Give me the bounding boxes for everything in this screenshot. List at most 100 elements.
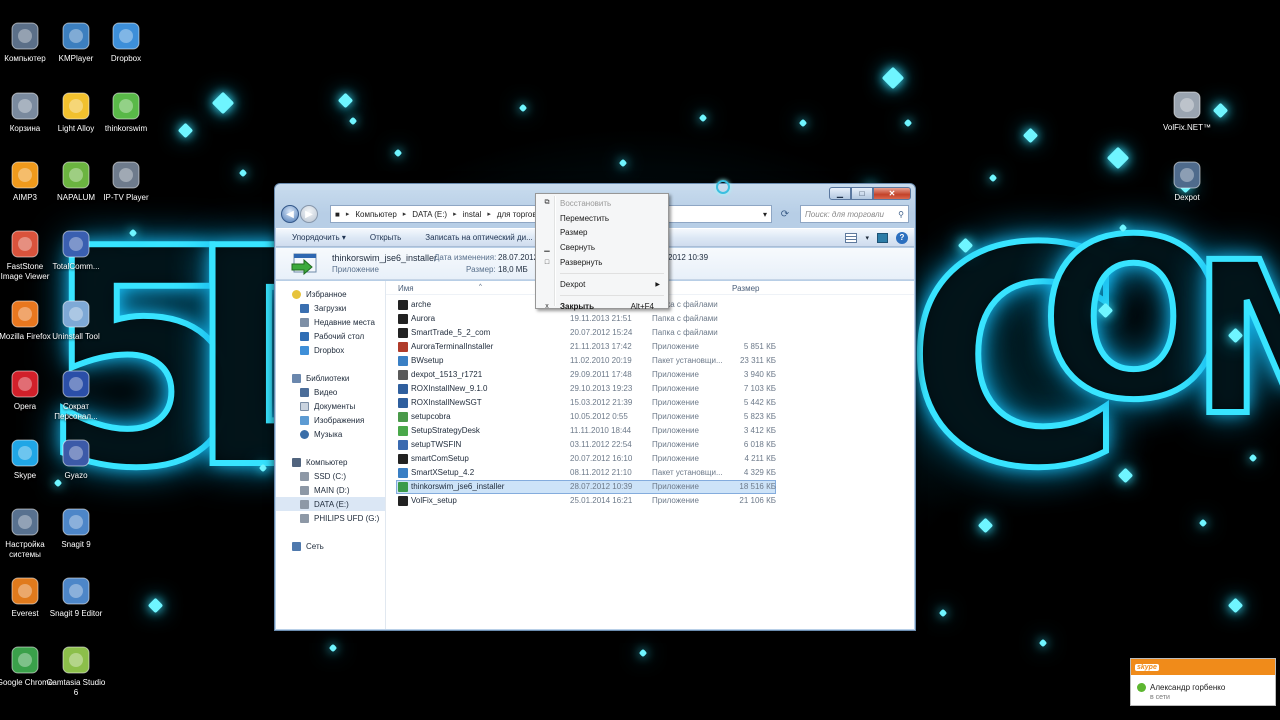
- menu-item-label: Размер: [560, 228, 588, 238]
- burn-button[interactable]: Записать на оптический ди...: [425, 233, 533, 242]
- column-size[interactable]: Размер: [732, 284, 760, 293]
- view-dropdown-icon[interactable]: ▾: [865, 234, 869, 242]
- socrat-icon: [60, 368, 92, 400]
- file-row[interactable]: setupTWSFIN 03.11.2012 22:54 Приложение 6 0…: [386, 438, 914, 452]
- nav-libraries[interactable]: Библиотеки: [276, 371, 385, 385]
- file-name: SmartTrade_5_2_com: [411, 328, 491, 337]
- file-type: Папка с файлами: [652, 314, 718, 323]
- desktop-shortcut[interactable]: Snagit 9: [46, 506, 106, 550]
- file-row[interactable]: ROXInstallNewSGT 15.03.2012 21:39 Приложен…: [386, 396, 914, 410]
- file-row[interactable]: setupcobra 10.05.2012 0:55 Приложение 5 823…: [386, 410, 914, 424]
- nav-item-recent[interactable]: Недавние места: [276, 315, 385, 329]
- nav-item-downloads[interactable]: Загрузки: [276, 301, 385, 315]
- minimize-button[interactable]: ▁: [829, 187, 851, 200]
- nav-item-dropbox[interactable]: Dropbox: [276, 343, 385, 357]
- breadcrumb-item[interactable]: instal: [463, 210, 482, 219]
- file-row[interactable]: Aurora 19.11.2013 21:51 Папка с файлами: [386, 312, 914, 326]
- file-size: 4 329 КБ: [743, 468, 776, 477]
- nav-item-music[interactable]: Музыка: [276, 427, 385, 441]
- desktop-shortcut[interactable]: Dropbox: [96, 20, 156, 64]
- nav-item-label: Загрузки: [314, 303, 347, 313]
- file-name: AuroraTerminalInstaller: [411, 342, 494, 351]
- file-type: Приложение: [652, 440, 699, 449]
- file-row[interactable]: dexpot_1513_r1721 29.09.2011 17:48 Приложе…: [386, 368, 914, 382]
- desktop-shortcut[interactable]: Gyazo: [46, 437, 106, 481]
- online-status-icon: [1137, 683, 1146, 692]
- breadcrumb-item[interactable]: DATA (E:): [412, 210, 447, 219]
- nav-network[interactable]: Сеть: [276, 539, 385, 553]
- nav-item-video[interactable]: Видео: [276, 385, 385, 399]
- file-row[interactable]: SmartTrade_5_2_com 20.07.2012 15:24 Папка …: [386, 326, 914, 340]
- nav-item-documents[interactable]: Документы: [276, 399, 385, 413]
- file-type: Приложение: [652, 384, 699, 393]
- nav-item-drive-g[interactable]: PHILIPS UFD (G:): [276, 511, 385, 525]
- nav-computer[interactable]: Компьютер: [276, 455, 385, 469]
- folder-icon: [398, 300, 408, 310]
- file-size: 18 516 КБ: [739, 482, 776, 491]
- menu-item[interactable]: □ Развернуть: [538, 255, 666, 270]
- file-icon: [398, 356, 408, 366]
- menu-item-dexpot[interactable]: Dexpot ▶: [538, 277, 666, 292]
- star-icon: [292, 289, 301, 299]
- nav-item-label: DATA (E:): [314, 499, 349, 509]
- file-row[interactable]: BWsetup 11.02.2010 20:19 Пакет установщи..…: [386, 354, 914, 368]
- desktop-shortcut-label: Snagit 9 Editor: [49, 609, 103, 618]
- open-button[interactable]: Открыть: [370, 233, 401, 242]
- nav-item-label: Dropbox: [314, 345, 345, 355]
- nav-favorites[interactable]: Избранное: [276, 287, 385, 301]
- documents-icon: [300, 401, 309, 411]
- view-options-icon[interactable]: [845, 233, 858, 243]
- file-icon: [398, 342, 408, 352]
- file-row[interactable]: ROXInstallNew_9.1.0 29.10.2013 19:23 Прило…: [386, 382, 914, 396]
- menu-item-close[interactable]: x Закрыть Alt+F4: [538, 299, 666, 314]
- menu-item[interactable]: ▁ Свернуть: [538, 240, 666, 255]
- desktop-shortcut-label: Dexpot: [1174, 193, 1200, 202]
- desktop-shortcut[interactable]: IP-TV Player: [96, 159, 156, 203]
- menu-item[interactable]: Размер: [538, 226, 666, 241]
- nav-item-drive-e[interactable]: DATA (E:): [276, 497, 385, 511]
- file-row[interactable]: SetupStrategyDesk 11.11.2010 18:44 Приложе…: [386, 424, 914, 438]
- desktop-shortcut[interactable]: Camtasia Studio 6: [46, 644, 106, 698]
- downloads-icon: [300, 303, 309, 313]
- drive-icon: [300, 485, 309, 495]
- back-button[interactable]: ◀: [281, 205, 299, 223]
- nav-item-label: PHILIPS UFD (G:): [314, 513, 380, 523]
- desktop-shortcut[interactable]: TotalComm...: [46, 228, 106, 272]
- address-dropdown-icon[interactable]: ▾: [763, 210, 767, 219]
- breadcrumb-item[interactable]: Компьютер: [355, 210, 396, 219]
- uninstall-icon: [60, 298, 92, 330]
- desktop-shortcut[interactable]: Dexpot: [1157, 159, 1217, 203]
- desktop-shortcut[interactable]: Сократ Персонал...: [46, 368, 106, 422]
- file-type: Приложение: [652, 412, 699, 421]
- file-icon: [398, 398, 408, 408]
- menu-item[interactable]: ⧉ Восстановить: [538, 196, 666, 211]
- menu-item[interactable]: Переместить: [538, 211, 666, 226]
- nav-item-drive-d[interactable]: MAIN (D:): [276, 483, 385, 497]
- desktop-shortcut[interactable]: Uninstall Tool: [46, 298, 106, 342]
- maximize-button[interactable]: □: [851, 187, 873, 200]
- file-row[interactable]: AuroraTerminalInstaller 21.11.2013 17:42 П…: [386, 340, 914, 354]
- selected-file-type: Приложение: [332, 265, 379, 274]
- nav-item-desktop[interactable]: Рабочий стол: [276, 329, 385, 343]
- help-icon[interactable]: ?: [896, 232, 908, 244]
- refresh-icon[interactable]: ⟳: [778, 209, 792, 220]
- forward-button[interactable]: ▶: [300, 205, 318, 223]
- nav-item-pictures[interactable]: Изображения: [276, 413, 385, 427]
- file-row[interactable]: SmartXSetup_4.2 08.11.2012 21:10 Пакет уст…: [386, 466, 914, 480]
- file-date: 15.03.2012 21:39: [570, 398, 633, 407]
- preview-pane-icon[interactable]: [877, 233, 888, 243]
- close-button[interactable]: ✕: [873, 187, 911, 200]
- desktop-shortcut[interactable]: VolFix.NET™: [1157, 89, 1217, 133]
- skype-notification[interactable]: skype Александр горбенко в сети: [1130, 658, 1276, 706]
- file-row[interactable]: thinkorswim_jse6_installer 28.07.2012 10:…: [396, 480, 776, 494]
- column-name[interactable]: Имя: [398, 284, 414, 293]
- video-icon: [300, 387, 309, 397]
- nav-item-drive-c[interactable]: SSD (C:): [276, 469, 385, 483]
- search-input[interactable]: Поиск: для торговли ⚲: [800, 205, 909, 223]
- desktop-shortcut[interactable]: Snagit 9 Editor: [46, 575, 106, 619]
- desktop-shortcut[interactable]: thinkorswim: [96, 90, 156, 134]
- organize-button[interactable]: Упорядочить ▾: [292, 233, 346, 242]
- light-alloy-icon: [60, 90, 92, 122]
- file-row[interactable]: smartComSetup 20.07.2012 16:10 Приложение 4…: [386, 452, 914, 466]
- file-row[interactable]: VolFix_setup 25.01.2014 16:21 Приложение 21…: [386, 494, 914, 508]
